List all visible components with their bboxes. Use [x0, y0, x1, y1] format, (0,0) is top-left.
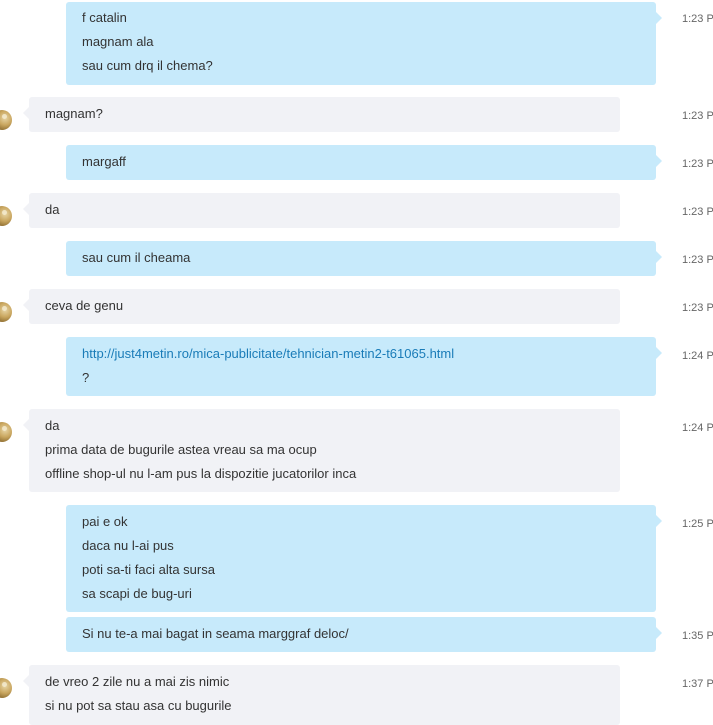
- message-timestamp: 1:23 PM: [682, 302, 713, 314]
- message-outgoing[interactable]: margaff: [66, 145, 662, 180]
- message-text: si nu pot sa stau asa cu bugurile: [45, 698, 232, 713]
- message-text: margaff: [82, 154, 126, 169]
- message-incoming[interactable]: ceva de genu: [23, 289, 620, 324]
- contact-avatar[interactable]: [0, 110, 12, 130]
- message-text: Si nu te-a mai bagat in seama marggraf d…: [82, 626, 349, 641]
- message-timestamp: 1:24 PM: [682, 350, 713, 362]
- message-text: pai e ok: [82, 514, 128, 529]
- message-outgoing[interactable]: f catalin magnam ala sau cum drq il chem…: [66, 2, 662, 85]
- message-outgoing[interactable]: sau cum il cheama: [66, 241, 662, 276]
- message-text: da: [45, 202, 60, 217]
- message-incoming[interactable]: da: [23, 193, 620, 228]
- message-timestamp: 1:25 PM: [682, 518, 713, 530]
- message-timestamp: 1:35 PM: [682, 630, 713, 642]
- message-outgoing[interactable]: Si nu te-a mai bagat in seama marggraf d…: [66, 617, 662, 652]
- message-text: magnam?: [45, 106, 103, 121]
- message-text: da: [45, 418, 60, 433]
- message-timestamp: 1:37 PM: [682, 678, 713, 690]
- message-timestamp: 1:23 PM: [682, 254, 713, 266]
- contact-avatar[interactable]: [0, 206, 12, 226]
- message-text: f catalin: [82, 10, 127, 25]
- message-text: ?: [82, 370, 90, 385]
- message-incoming[interactable]: magnam?: [23, 97, 620, 132]
- message-text: poti sa-ti faci alta sursa: [82, 562, 215, 577]
- message-text: daca nu l-ai pus: [82, 538, 174, 553]
- message-link[interactable]: http://just4metin.ro/mica-publicitate/te…: [82, 342, 640, 366]
- message-text: prima data de bugurile astea vreau sa ma…: [45, 442, 317, 457]
- message-text: sau cum drq il chema?: [82, 58, 213, 73]
- message-text: de vreo 2 zile nu a mai zis nimic: [45, 674, 230, 689]
- message-timestamp: 1:24 PM: [682, 422, 713, 434]
- message-incoming[interactable]: da prima data de bugurile astea vreau sa…: [23, 409, 620, 492]
- message-text: sa scapi de bug-uri: [82, 586, 192, 601]
- message-timestamp: 1:23 PM: [682, 206, 713, 218]
- message-text: magnam ala: [82, 34, 154, 49]
- contact-avatar[interactable]: [0, 302, 12, 322]
- message-outgoing[interactable]: pai e ok daca nu l-ai pus poti sa-ti fac…: [66, 505, 662, 612]
- message-incoming[interactable]: de vreo 2 zile nu a mai zis nimic si nu …: [23, 665, 620, 725]
- contact-avatar[interactable]: [0, 678, 12, 698]
- message-timestamp: 1:23 PM: [682, 13, 713, 25]
- message-timestamp: 1:23 PM: [682, 158, 713, 170]
- contact-avatar[interactable]: [0, 422, 12, 442]
- message-text: offline shop-ul nu l-am pus la dispoziti…: [45, 466, 357, 481]
- message-text: ceva de genu: [45, 298, 124, 313]
- message-timestamp: 1:23 PM: [682, 110, 713, 122]
- message-outgoing[interactable]: http://just4metin.ro/mica-publicitate/te…: [66, 337, 662, 396]
- message-text: sau cum il cheama: [82, 250, 191, 265]
